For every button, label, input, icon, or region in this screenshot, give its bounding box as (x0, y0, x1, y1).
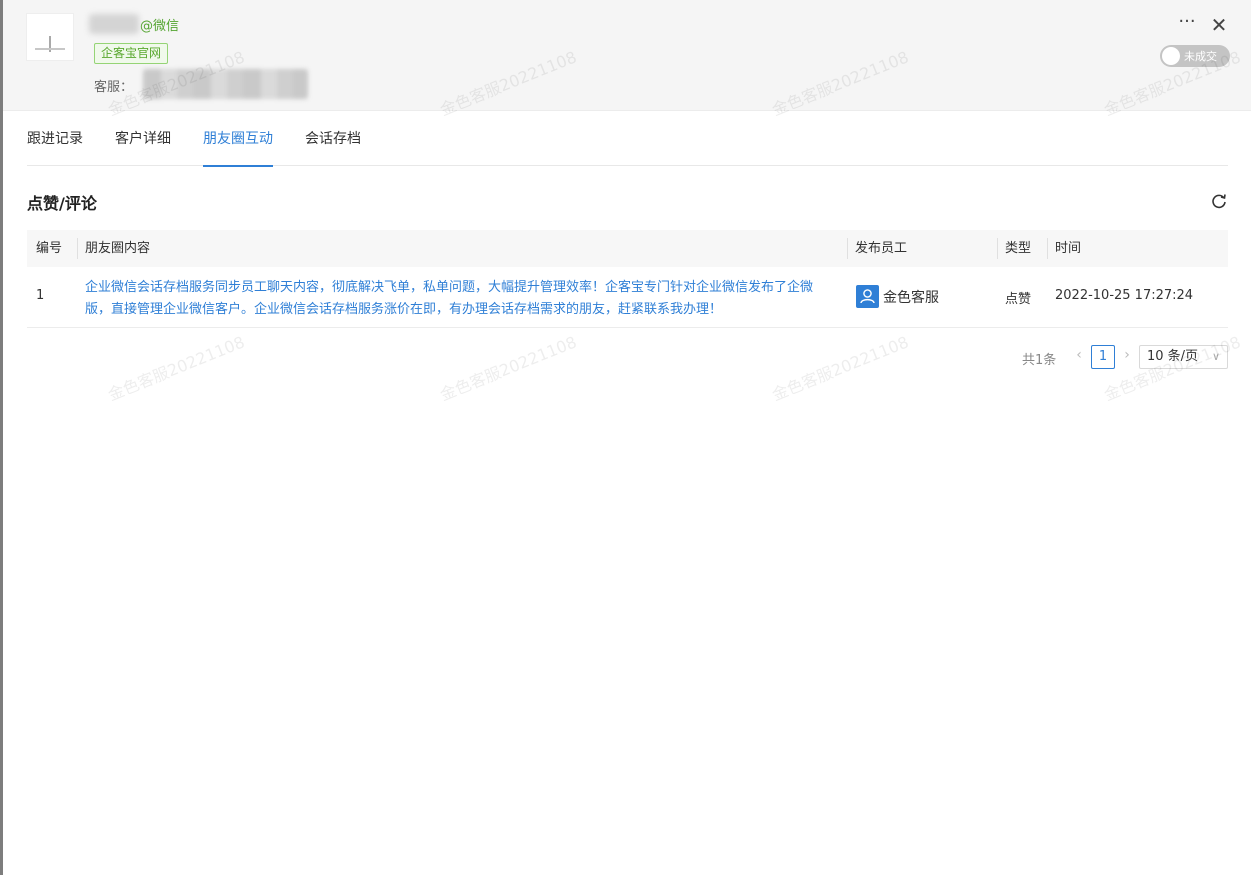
row-id: 1 (36, 288, 45, 303)
drawer-header: @微信 企客宝官网 客服： ··· ✕ 未成交 (3, 0, 1251, 111)
source-tag: 企客宝官网 (94, 43, 169, 64)
customer-detail-drawer: @微信 企客宝官网 客服： ··· ✕ 未成交 跟进记录 客户详细 朋友圈互动 … (3, 0, 1251, 875)
more-icon[interactable]: ··· (1175, 12, 1199, 36)
chevron-right-icon[interactable]: › (1119, 347, 1135, 367)
pagination-page-current[interactable]: 1 (1091, 345, 1115, 369)
customer-avatar (26, 13, 74, 61)
row-type: 点赞 (1005, 292, 1032, 307)
refresh-icon[interactable] (1208, 190, 1230, 212)
watermark: 金色客服20221108 (437, 332, 580, 405)
row-staff-name: 金色客服 (883, 290, 939, 306)
agent-name-redacted (143, 69, 308, 99)
agent-label: 客服： (94, 80, 134, 95)
deal-status-label: 未成交 (1184, 50, 1217, 63)
watermark: 金色客服20221108 (769, 332, 912, 405)
deal-status-toggle[interactable]: 未成交 (1160, 45, 1230, 67)
section-title: 点赞/评论 (27, 194, 97, 213)
tab-customer-detail[interactable]: 客户详细 (115, 112, 171, 166)
chevron-left-icon[interactable]: ‹ (1071, 347, 1087, 367)
column-header-staff: 发布员工 (855, 241, 908, 256)
pagination-total: 共1条 (1022, 353, 1057, 368)
page-size-value: 10 条/页 (1147, 349, 1199, 364)
column-header-id: 编号 (36, 241, 63, 256)
tab-follow-up[interactable]: 跟进记录 (27, 112, 83, 166)
table-row: 1 企业微信会话存档服务同步员工聊天内容，彻底解决飞单，私单问题，大幅提升管理效… (27, 267, 1228, 328)
column-header-content: 朋友圈内容 (85, 241, 151, 256)
row-time: 2022-10-25 17:27:24 (1055, 288, 1194, 303)
tab-moments-interaction[interactable]: 朋友圈互动 (203, 112, 273, 167)
column-header-time: 时间 (1055, 241, 1082, 256)
wechat-source-label: @微信 (140, 19, 180, 34)
page-size-select[interactable]: 10 条/页 ∨ (1139, 345, 1228, 369)
likes-comments-table: 编号 朋友圈内容 发布员工 类型 时间 1 企业微信会话存档服务同步员工聊天内容… (27, 230, 1228, 328)
table-header: 编号 朋友圈内容 发布员工 类型 时间 (27, 230, 1228, 267)
moment-content-link[interactable]: 企业微信会话存档服务同步员工聊天内容，彻底解决飞单，私单问题，大幅提升管理效率！… (85, 277, 835, 321)
user-icon (856, 285, 879, 308)
chevron-down-icon: ∨ (1211, 350, 1220, 363)
customer-name-redacted (89, 14, 139, 34)
close-icon[interactable]: ✕ (1207, 12, 1231, 37)
toggle-knob (1162, 47, 1180, 65)
tab-chat-archive[interactable]: 会话存档 (305, 112, 361, 166)
tab-bar: 跟进记录 客户详细 朋友圈互动 会话存档 (27, 112, 1228, 167)
watermark: 金色客服20221108 (105, 332, 248, 405)
column-header-type: 类型 (1005, 241, 1032, 256)
